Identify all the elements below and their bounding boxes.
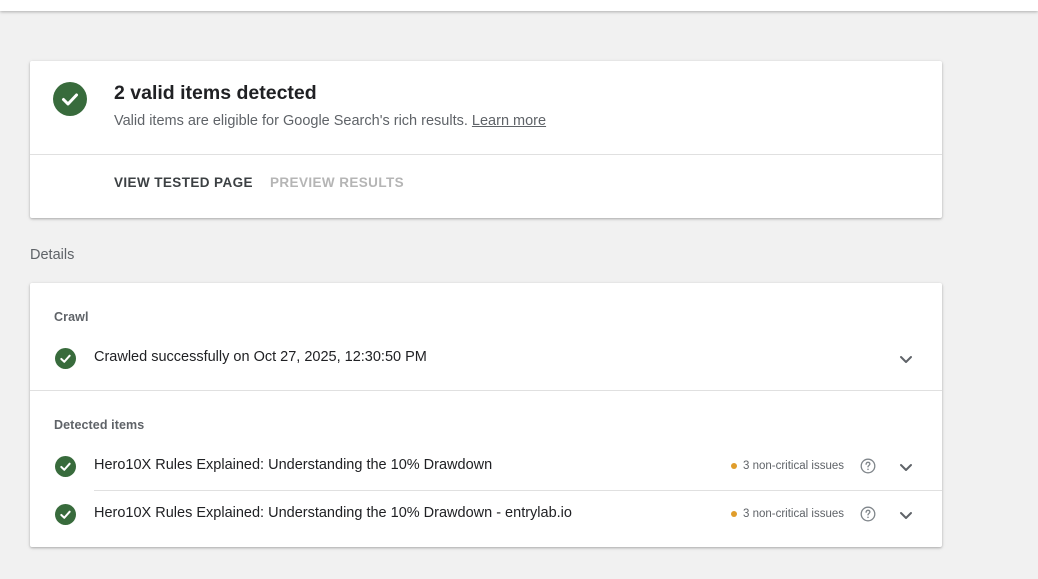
summary-header: 2 valid items detected Valid items are e… bbox=[30, 61, 942, 155]
crawl-status: Crawled successfully on Oct 27, 2025, 12… bbox=[94, 349, 427, 365]
check-circle-icon bbox=[55, 504, 76, 525]
top-app-bar bbox=[0, 0, 1038, 11]
summary-actions: VIEW TESTED PAGE PREVIEW RESULTS bbox=[30, 155, 942, 218]
preview-results-button[interactable]: PREVIEW RESULTS bbox=[270, 175, 404, 190]
issues-badge: 3 non-critical issues bbox=[731, 508, 844, 520]
learn-more-link[interactable]: Learn more bbox=[472, 113, 546, 129]
detected-item-title: Hero10X Rules Explained: Understanding t… bbox=[94, 505, 572, 521]
section-divider bbox=[30, 390, 942, 391]
detected-item-title: Hero10X Rules Explained: Understanding t… bbox=[94, 457, 493, 473]
check-circle-icon bbox=[55, 348, 76, 369]
chevron-down-icon[interactable] bbox=[896, 505, 916, 525]
detected-item-row[interactable]: Hero10X Rules Explained: Understanding t… bbox=[30, 491, 942, 538]
detected-item-row[interactable]: Hero10X Rules Explained: Understanding t… bbox=[30, 443, 942, 490]
check-circle-icon bbox=[55, 456, 76, 477]
summary-card: 2 valid items detected Valid items are e… bbox=[30, 61, 942, 218]
chevron-down-icon[interactable] bbox=[896, 457, 916, 477]
crawl-heading: Crawl bbox=[54, 310, 89, 324]
help-circle-icon[interactable] bbox=[860, 458, 876, 474]
issues-count: 3 non-critical issues bbox=[743, 508, 844, 520]
warning-dot-icon bbox=[731, 511, 737, 517]
view-tested-page-button[interactable]: VIEW TESTED PAGE bbox=[114, 175, 253, 190]
crawl-row[interactable]: Crawled successfully on Oct 27, 2025, 12… bbox=[30, 335, 942, 382]
issues-count: 3 non-critical issues bbox=[743, 460, 844, 472]
chevron-down-icon[interactable] bbox=[896, 349, 916, 369]
detected-items-heading: Detected items bbox=[54, 418, 145, 432]
valid-check-icon bbox=[53, 82, 87, 116]
help-circle-icon[interactable] bbox=[860, 506, 876, 522]
summary-subtitle-text: Valid items are eligible for Google Sear… bbox=[114, 113, 468, 129]
details-card: Crawl Crawled successfully on Oct 27, 20… bbox=[30, 283, 942, 547]
details-label: Details bbox=[30, 247, 75, 263]
issues-badge: 3 non-critical issues bbox=[731, 460, 844, 472]
summary-title: 2 valid items detected bbox=[114, 82, 317, 104]
summary-subtitle: Valid items are eligible for Google Sear… bbox=[114, 113, 546, 129]
warning-dot-icon bbox=[731, 463, 737, 469]
